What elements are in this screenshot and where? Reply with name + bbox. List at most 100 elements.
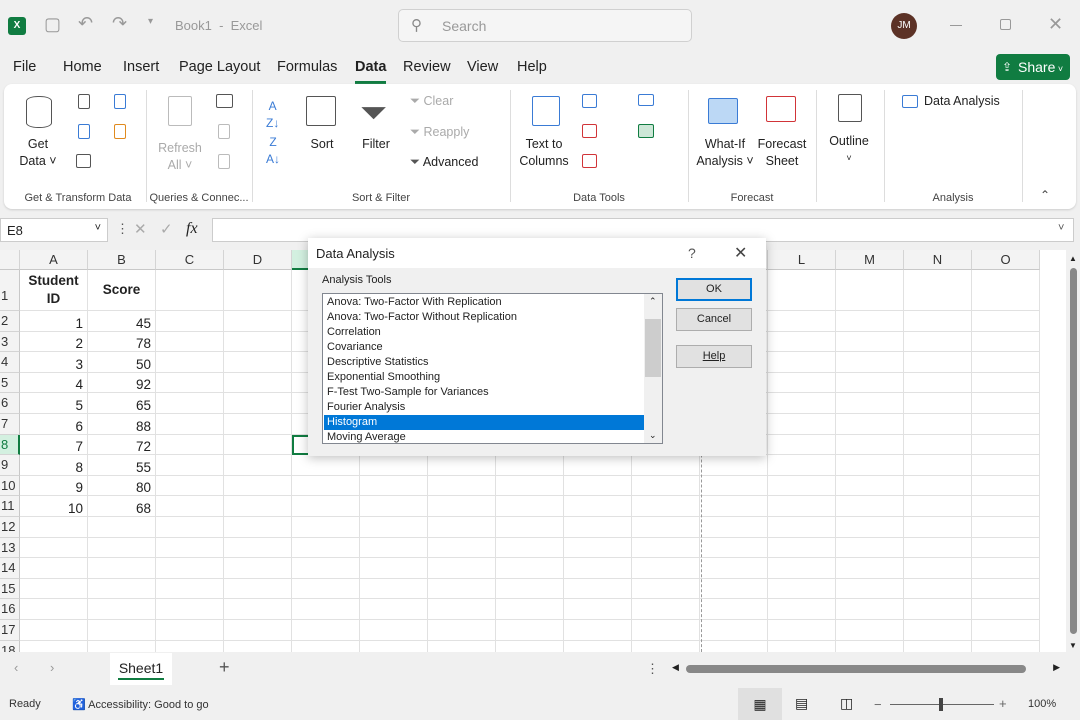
cell[interactable] xyxy=(632,517,700,538)
more-icon[interactable]: ⋮ xyxy=(116,221,129,237)
cell[interactable] xyxy=(224,270,292,311)
cell[interactable] xyxy=(904,393,972,414)
row-header[interactable]: 5 xyxy=(0,372,20,394)
cell[interactable] xyxy=(972,331,1040,353)
cell[interactable] xyxy=(88,517,156,538)
cell[interactable] xyxy=(292,475,360,497)
close-icon[interactable]: ✕ xyxy=(734,243,747,263)
cell[interactable] xyxy=(224,578,292,600)
cell[interactable] xyxy=(564,640,632,652)
cell[interactable] xyxy=(360,475,428,497)
cell[interactable] xyxy=(292,517,360,538)
cell[interactable] xyxy=(700,620,768,641)
cell[interactable] xyxy=(836,372,904,394)
cell[interactable] xyxy=(292,558,360,579)
prev-sheet-icon[interactable]: ‹ xyxy=(14,660,18,675)
cell[interactable] xyxy=(496,578,564,600)
zoom-slider[interactable] xyxy=(890,698,994,711)
zoom-level[interactable]: 100% xyxy=(1028,698,1056,710)
cell-B7[interactable]: 88 xyxy=(88,414,156,435)
cell[interactable] xyxy=(904,434,972,456)
cell[interactable] xyxy=(292,537,360,559)
cell[interactable] xyxy=(768,352,836,373)
column-header[interactable]: D xyxy=(224,250,292,270)
list-item[interactable]: Histogram xyxy=(324,415,644,430)
cell[interactable] xyxy=(768,599,836,620)
cell[interactable] xyxy=(496,599,564,620)
cell[interactable] xyxy=(632,558,700,579)
maximize-icon[interactable] xyxy=(1000,19,1011,30)
cell[interactable] xyxy=(224,352,292,373)
cell[interactable] xyxy=(972,496,1040,517)
cell-A8[interactable]: 7 xyxy=(20,434,88,456)
cell[interactable] xyxy=(88,537,156,559)
cell[interactable] xyxy=(768,620,836,641)
cell[interactable] xyxy=(632,537,700,559)
reapply-button[interactable]: ⏷ Reapply xyxy=(410,124,469,141)
collapse-ribbon-icon[interactable]: ⌃ xyxy=(1040,188,1050,202)
cell[interactable] xyxy=(836,475,904,497)
row-header[interactable]: 15 xyxy=(0,578,20,600)
tab-review[interactable]: Review xyxy=(403,59,451,75)
cell[interactable] xyxy=(360,578,428,600)
cell[interactable] xyxy=(428,475,496,497)
cell[interactable] xyxy=(700,599,768,620)
row-header[interactable]: 2 xyxy=(0,311,20,332)
cell[interactable] xyxy=(496,558,564,579)
cell-B2[interactable]: 45 xyxy=(88,311,156,332)
outline-button[interactable]: Outline ˅ xyxy=(824,133,874,167)
zoom-in-button[interactable]: + xyxy=(999,696,1007,711)
cell[interactable] xyxy=(768,331,836,353)
cell[interactable] xyxy=(972,537,1040,559)
cell[interactable] xyxy=(836,599,904,620)
cell[interactable] xyxy=(156,496,224,517)
cell-B1[interactable]: Score xyxy=(88,270,156,311)
recent-sources-icon[interactable] xyxy=(114,94,126,109)
list-item[interactable]: F-Test Two-Sample for Variances xyxy=(324,385,644,400)
sort-button[interactable]: Sort xyxy=(306,136,338,153)
redo-icon[interactable]: ↷ xyxy=(112,13,127,34)
cell[interactable] xyxy=(836,620,904,641)
cell[interactable] xyxy=(20,517,88,538)
cell[interactable] xyxy=(224,311,292,332)
cell[interactable] xyxy=(972,414,1040,435)
cell[interactable] xyxy=(156,352,224,373)
tab-file[interactable]: File xyxy=(13,59,36,75)
cell-B10[interactable]: 80 xyxy=(88,475,156,497)
help-icon[interactable]: ? xyxy=(688,245,696,261)
cell[interactable] xyxy=(360,640,428,652)
cell[interactable] xyxy=(156,455,224,476)
tab-formulas[interactable]: Formulas xyxy=(277,59,337,75)
cell[interactable] xyxy=(972,517,1040,538)
advanced-button[interactable]: ⏷ Advanced xyxy=(410,154,478,171)
cell[interactable] xyxy=(768,640,836,652)
cell[interactable] xyxy=(20,620,88,641)
cell[interactable] xyxy=(972,475,1040,497)
cell[interactable] xyxy=(224,640,292,652)
save-icon[interactable]: ▢ xyxy=(44,14,61,35)
cell[interactable] xyxy=(224,414,292,435)
cell[interactable] xyxy=(972,352,1040,373)
cell[interactable] xyxy=(700,455,768,476)
remove-duplicates-icon[interactable] xyxy=(582,124,597,138)
tab-home[interactable]: Home xyxy=(63,59,102,75)
cell[interactable] xyxy=(564,558,632,579)
cell[interactable] xyxy=(632,578,700,600)
row-header[interactable]: 14 xyxy=(0,558,20,579)
cell[interactable] xyxy=(904,455,972,476)
cell[interactable] xyxy=(632,599,700,620)
cell[interactable] xyxy=(224,455,292,476)
cell[interactable] xyxy=(156,620,224,641)
tab-help[interactable]: Help xyxy=(517,59,547,75)
cell[interactable] xyxy=(904,270,972,311)
cell[interactable] xyxy=(292,599,360,620)
cell[interactable] xyxy=(768,434,836,456)
cell[interactable] xyxy=(836,455,904,476)
row-header[interactable]: 13 xyxy=(0,537,20,559)
cell[interactable] xyxy=(564,537,632,559)
cell[interactable] xyxy=(972,393,1040,414)
from-web-icon[interactable] xyxy=(78,124,90,139)
page-layout-view-button[interactable]: ▤ xyxy=(795,695,808,712)
cell[interactable] xyxy=(428,640,496,652)
cell[interactable] xyxy=(428,599,496,620)
